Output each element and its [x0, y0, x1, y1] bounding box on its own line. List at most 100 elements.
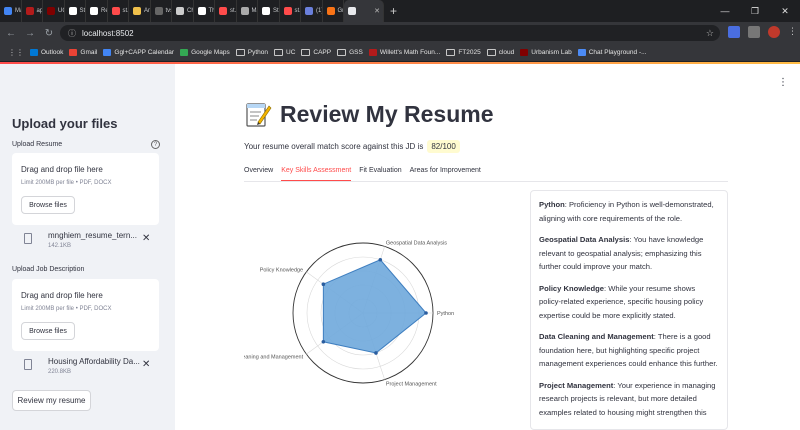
resume-dropzone[interactable]: Drag and drop file here Limit 200MB per … — [12, 153, 159, 225]
browser-tab[interactable]: Mail — [0, 0, 22, 22]
bookmark-item[interactable]: Gmail — [69, 49, 97, 56]
bookmark-item[interactable]: FT2025 — [446, 49, 481, 56]
radar-axis-label: Policy Knowledge — [260, 268, 303, 274]
tab-favicon-icon — [47, 7, 55, 15]
bookmark-item[interactable]: Python — [235, 49, 268, 56]
tab-favicon-icon — [305, 7, 313, 15]
file-icon — [24, 359, 32, 370]
radar-axis-label: Geospatial Data Analysis — [386, 241, 447, 247]
folder-icon — [301, 49, 311, 56]
sidebar-title: Upload your files — [12, 116, 118, 131]
browser-tab[interactable]: UCh — [43, 0, 65, 22]
browser-tab[interactable]: Resu — [86, 0, 108, 22]
bookmark-favicon-icon — [30, 49, 38, 56]
bookmarks-bar: ⋮⋮ Outlook Gmail Ggl+CAPP Calendar Google M… — [0, 44, 800, 62]
tab-areas-for-improvement[interactable]: Areas for Improvement — [410, 164, 481, 182]
minimize-icon[interactable]: — — [710, 6, 740, 16]
bookmark-star-icon[interactable]: ☆ — [706, 28, 714, 39]
site-info-icon[interactable]: ⓘ — [68, 28, 76, 39]
browser-tab[interactable]: Strea — [65, 0, 86, 22]
tab-overview[interactable]: Overview — [244, 164, 273, 182]
url-text: localhost:8502 — [82, 28, 134, 38]
tab-favicon-icon — [25, 7, 34, 15]
tab-favicon-icon — [68, 7, 77, 15]
reload-icon[interactable]: ↻ — [41, 28, 57, 39]
score-badge: 82/100 — [427, 140, 460, 153]
puzzle-icon[interactable] — [748, 26, 760, 38]
new-tab-button[interactable]: + — [390, 4, 397, 18]
window-controls: — ❐ ✕ — [710, 0, 800, 22]
browser-tab[interactable]: Anno — [129, 0, 151, 22]
tab-favicon-icon — [219, 7, 227, 15]
bookmark-label: Urbanism Lab — [531, 49, 572, 56]
browse-files-button[interactable]: Browse files — [21, 196, 75, 214]
browser-tab[interactable]: Strea — [258, 0, 280, 22]
bookmark-label: Gmail — [80, 49, 98, 56]
app-menu-icon[interactable]: ⋮ — [778, 77, 788, 88]
bookmark-item[interactable]: cloud — [486, 49, 514, 56]
browser-tab[interactable]: st.m — [215, 0, 237, 22]
address-bar[interactable]: ⓘ localhost:8502 ☆ — [60, 25, 720, 41]
skills-radar-chart: Python Geospatial Data Analysis Policy Kno… — [244, 241, 454, 388]
profile-avatar[interactable] — [768, 26, 780, 38]
tab-key-skills-assessment[interactable]: Key Skills Assessment — [281, 164, 352, 182]
help-icon[interactable]: ? — [151, 140, 160, 149]
bookmark-item[interactable]: GSS — [337, 49, 363, 56]
bookmark-label: Willett's Math Foun... — [379, 49, 441, 56]
dropzone-title: Drag and drop file here — [21, 291, 103, 300]
memo-icon — [246, 103, 272, 127]
close-window-icon[interactable]: ✕ — [770, 6, 800, 17]
tab-favicon-icon — [240, 7, 249, 15]
feedback-skill: Policy Knowledge — [539, 283, 604, 293]
close-tab-icon[interactable]: ✕ — [374, 7, 380, 15]
bookmark-item[interactable]: Ggl+CAPP Calendar — [103, 49, 174, 56]
back-icon[interactable]: ← — [3, 28, 19, 39]
bookmark-item[interactable]: Chat Playground -... — [577, 49, 647, 56]
bookmark-favicon-icon — [103, 49, 112, 56]
review-resume-button[interactable]: Review my resume — [12, 390, 91, 411]
feedback-skill: Geospatial Data Analysis — [539, 235, 630, 244]
bookmark-item[interactable]: Outlook — [30, 49, 63, 56]
active-browser-tab[interactable]: ✕ — [344, 0, 384, 22]
browser-tab[interactable]: Chat — [172, 0, 194, 22]
bookmark-label: CAPP — [313, 49, 332, 56]
bookmark-label: Python — [247, 49, 268, 56]
bookmark-item[interactable]: Urbanism Lab — [520, 49, 572, 56]
chrome-menu-icon[interactable]: ⋮ — [788, 26, 797, 38]
browser-tab[interactable]: st.sp — [108, 0, 129, 22]
feedback-panel: Python: Proficiency in Python is well-de… — [530, 190, 728, 430]
remove-file-icon[interactable]: ✕ — [142, 233, 150, 244]
maximize-icon[interactable]: ❐ — [740, 6, 770, 17]
browser-tab[interactable]: tvst/ — [151, 0, 172, 22]
tab-favicon-icon — [326, 7, 335, 15]
folder-icon — [446, 49, 456, 56]
bookmark-favicon-icon — [69, 49, 78, 56]
forward-icon[interactable]: → — [22, 28, 38, 39]
browser-tab-strip: MailappsUChStreaResust.spAnnotvst/ChatTh… — [0, 0, 800, 22]
jd-dropzone[interactable]: Drag and drop file here Limit 200MB per … — [12, 279, 159, 351]
browser-tab[interactable]: Gradi — [323, 0, 344, 22]
bookmark-item[interactable]: UC — [274, 49, 295, 56]
browse-files-button[interactable]: Browse files — [21, 322, 75, 340]
bookmark-favicon-icon — [520, 49, 529, 56]
folder-icon — [486, 49, 496, 56]
score-text: Your resume overall match score against … — [244, 142, 424, 151]
bookmark-item[interactable]: CAPP — [301, 49, 331, 56]
bookmark-item[interactable]: Google Maps — [180, 49, 230, 56]
browser-tab[interactable]: The — [194, 0, 215, 22]
remove-file-icon[interactable]: ✕ — [142, 359, 150, 370]
tab-fit-evaluation[interactable]: Fit Evaluation — [359, 164, 401, 182]
tab-favicon-icon — [111, 7, 120, 15]
bookmark-item[interactable]: Willett's Math Foun... — [368, 49, 441, 56]
radar-axis-label: Project Management — [386, 381, 437, 387]
extension-icon[interactable] — [728, 26, 740, 38]
browser-tab[interactable]: apps — [22, 0, 43, 22]
tab-bar: Overview Key Skills Assessment Fit Evaluat… — [244, 164, 489, 182]
browser-tab[interactable]: Maps — [237, 0, 258, 22]
tab-favicon-icon — [154, 7, 163, 15]
bookmark-favicon-icon — [180, 49, 189, 56]
browser-tab[interactable]: (1) Tr — [301, 0, 323, 22]
browser-tab[interactable]: st.sp — [280, 0, 301, 22]
title-text: Review My Resume — [280, 100, 494, 127]
apps-grid-icon[interactable]: ⋮⋮ — [8, 48, 24, 57]
